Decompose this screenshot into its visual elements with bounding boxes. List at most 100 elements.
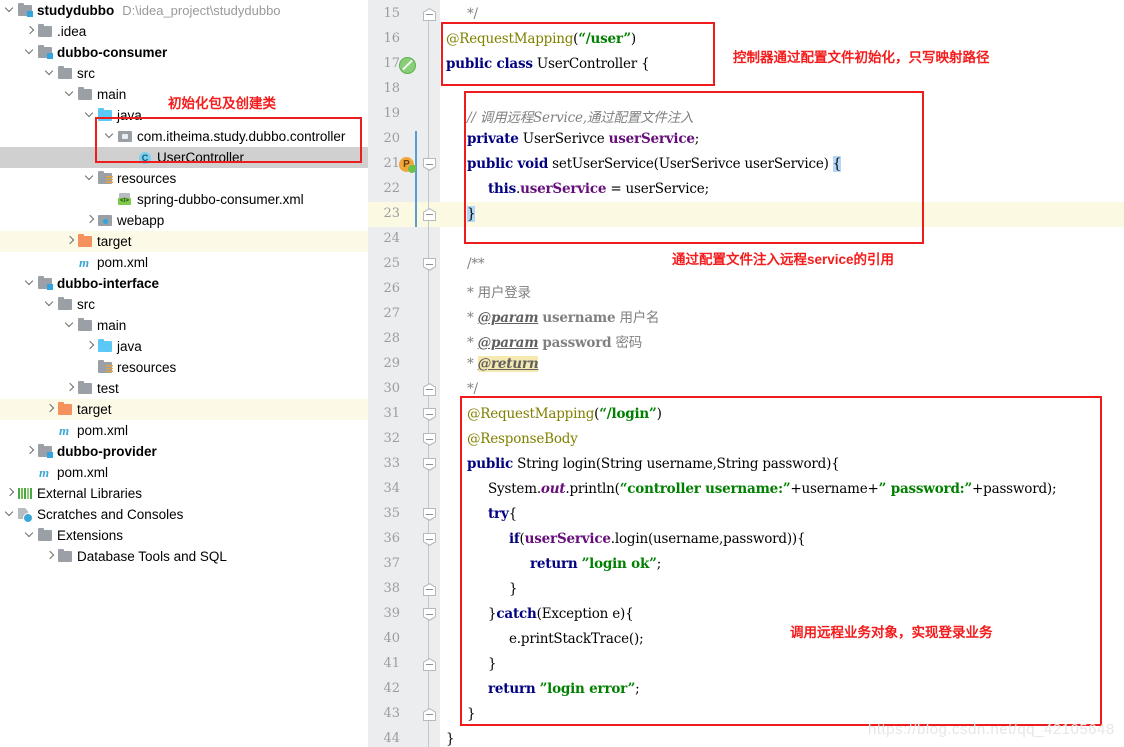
code-line-23[interactable]: } (467, 206, 476, 222)
fold-marker-start[interactable] (423, 258, 436, 271)
tree-row-pom-xml[interactable]: m pom.xml (0, 462, 368, 483)
code-line-37[interactable]: return ”login ok”; (530, 556, 661, 572)
code-line-32[interactable]: @ResponseBody (467, 431, 578, 447)
chevron-down-icon[interactable] (4, 504, 17, 525)
tree-row-extensions[interactable]: Extensions (0, 525, 368, 546)
code-line-26[interactable]: * 用户登录 (467, 281, 531, 301)
chevron-right-icon[interactable] (64, 378, 77, 399)
fold-marker-end[interactable] (423, 583, 436, 596)
chevron-down-icon[interactable] (104, 126, 117, 147)
fold-marker-start[interactable] (423, 408, 436, 421)
chevron-down-icon[interactable] (24, 273, 37, 294)
chevron-right-icon[interactable] (64, 231, 77, 252)
tree-row-test[interactable]: test (0, 378, 368, 399)
code-line-19[interactable]: // 调用远程Service,通过配置文件注入 (467, 106, 693, 126)
chevron-down-icon[interactable] (44, 294, 57, 315)
editor-gutter[interactable]: 15 16 17 18 19 20 21 22 23 24 25 26 27 28 29 30 31 32 33 34… (368, 0, 440, 747)
chevron-down-icon[interactable] (84, 168, 97, 189)
chevron-down-icon[interactable] (24, 525, 37, 546)
chevron-down-icon[interactable] (64, 84, 77, 105)
line-number: 30 (383, 381, 400, 396)
code-line-21[interactable]: public void setUserService(UserSerivce u… (467, 156, 841, 172)
chevron-right-icon[interactable] (44, 546, 57, 567)
tree-row-main[interactable]: main (0, 315, 368, 336)
tree-row-java[interactable]: java (0, 336, 368, 357)
fold-marker-end[interactable] (423, 658, 436, 671)
fold-marker-start[interactable] (423, 458, 436, 471)
inspection-suppress-icon[interactable] (399, 57, 416, 74)
tree-row-resources[interactable]: resources (0, 357, 368, 378)
chevron-down-icon[interactable] (24, 42, 37, 63)
editor-code-area[interactable]: */ @RequestMapping(“/user”) public class U… (440, 0, 1124, 747)
code-line-35[interactable]: try{ (488, 506, 517, 522)
tree-row-pom-xml[interactable]: m pom.xml (0, 252, 368, 273)
chevron-right-icon[interactable] (84, 210, 97, 231)
tree-row-target[interactable]: target (0, 231, 368, 252)
chevron-down-icon[interactable] (64, 315, 77, 336)
tree-row-src[interactable]: src (0, 294, 368, 315)
code-line-28[interactable]: * @param password 密码 (467, 331, 642, 351)
fold-marker-end[interactable] (423, 208, 436, 221)
code-line-30[interactable]: */ (467, 381, 478, 397)
tree-row-resources[interactable]: resources (0, 168, 368, 189)
fold-marker-end[interactable] (423, 383, 436, 396)
fold-marker-end[interactable] (423, 708, 436, 721)
tree-row-studydubbo[interactable]: studydubbo D:\idea_project\studydubbo (0, 0, 368, 21)
code-editor[interactable]: 15 16 17 18 19 20 21 22 23 24 25 26 27 28 29 30 31 32 33 34… (368, 0, 1124, 747)
code-line-31[interactable]: @RequestMapping(“/login”) (467, 406, 662, 422)
tree-row-webapp[interactable]: webapp (0, 210, 368, 231)
tree-row-database-tools-and-sql[interactable]: Database Tools and SQL (0, 546, 368, 567)
project-tree[interactable]: studydubbo D:\idea_project\studydubbo .ide… (0, 0, 368, 567)
chevron-right-icon[interactable] (24, 441, 37, 462)
tree-row-usercontroller[interactable]: C UserController (0, 147, 368, 168)
spring-bean-icon[interactable]: P (399, 157, 416, 173)
code-line-44[interactable]: } (446, 731, 455, 747)
fold-marker-start[interactable] (423, 158, 436, 171)
chevron-right-icon[interactable] (4, 483, 17, 504)
code-line-16[interactable]: @RequestMapping(“/user”) (446, 31, 636, 47)
chevron-down-icon[interactable] (84, 105, 97, 126)
tree-row-src[interactable]: src (0, 63, 368, 84)
fold-marker-start[interactable] (423, 508, 436, 521)
code-line-22[interactable]: this.userService = userService; (488, 181, 709, 197)
code-line-39[interactable]: }catch(Exception e){ (488, 606, 634, 622)
code-line-42[interactable]: return ”login error”; (488, 681, 640, 697)
tree-row--idea[interactable]: .idea (0, 21, 368, 42)
tree-row-target[interactable]: target (0, 399, 368, 420)
code-line-43[interactable]: } (467, 706, 476, 722)
tree-row-label: webapp (117, 213, 165, 228)
code-line-20[interactable]: private UserSerivce userService; (467, 131, 699, 147)
vcs-change-marker[interactable] (415, 131, 417, 227)
tree-row-dubbo-interface[interactable]: dubbo-interface (0, 273, 368, 294)
tree-row-com-itheima-study-dubbo-controller[interactable]: com.itheima.study.dubbo.controller (0, 126, 368, 147)
chevron-down-icon[interactable] (44, 63, 57, 84)
tree-row-external-libraries[interactable]: External Libraries (0, 483, 368, 504)
fold-marker-start[interactable] (423, 433, 436, 446)
code-line-29[interactable]: * @return (467, 356, 539, 372)
tree-row-dubbo-consumer[interactable]: dubbo-consumer (0, 42, 368, 63)
chevron-right-icon[interactable] (84, 336, 97, 357)
fold-marker-start[interactable] (423, 533, 436, 546)
code-line-15[interactable]: */ (467, 6, 478, 22)
tree-row-label: spring-dubbo-consumer.xml (137, 192, 304, 207)
code-line-33[interactable]: public String login(String username,Stri… (467, 456, 840, 472)
chevron-right-icon[interactable] (24, 21, 37, 42)
fold-marker-start[interactable] (423, 608, 436, 621)
tree-row-scratches-and-consoles[interactable]: Scratches and Consoles (0, 504, 368, 525)
chevron-right-icon[interactable] (44, 399, 57, 420)
code-line-17[interactable]: public class UserController { (446, 56, 650, 72)
code-line-34[interactable]: System.out.println(“controller username:… (488, 481, 1057, 497)
code-line-25[interactable]: /** (467, 256, 485, 272)
code-line-40[interactable]: e.printStackTrace(); (509, 631, 644, 647)
code-line-38[interactable]: } (509, 581, 518, 597)
tree-row-dubbo-provider[interactable]: dubbo-provider (0, 441, 368, 462)
tree-row-spring-dubbo-consumer-xml[interactable]: </> spring-dubbo-consumer.xml (0, 189, 368, 210)
chevron-down-icon[interactable] (4, 0, 17, 21)
code-line-27[interactable]: * @param username 用户名 (467, 306, 660, 326)
code-line-36[interactable]: if(userService.login(username,password))… (509, 531, 806, 547)
fold-marker-end[interactable] (423, 8, 436, 21)
code-line-41[interactable]: } (488, 656, 497, 672)
tree-row-pom-xml[interactable]: m pom.xml (0, 420, 368, 441)
project-tool-window[interactable]: studydubbo D:\idea_project\studydubbo .ide… (0, 0, 368, 747)
